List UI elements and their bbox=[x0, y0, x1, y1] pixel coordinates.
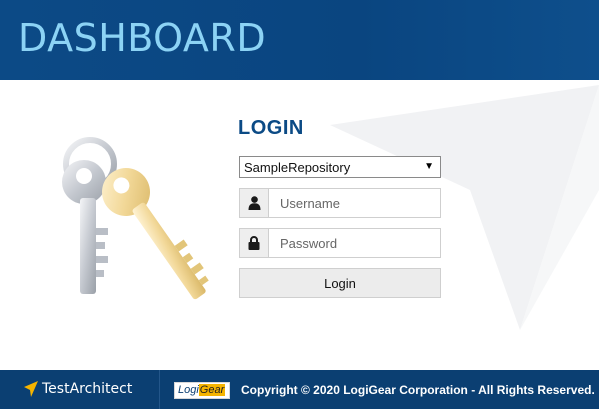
password-input[interactable] bbox=[270, 229, 440, 257]
logigear-logo: LogiGear bbox=[174, 382, 230, 399]
product-name: TestArchitect bbox=[42, 381, 133, 397]
username-input[interactable] bbox=[270, 189, 440, 217]
testarchitect-logo-icon bbox=[24, 381, 38, 397]
username-field bbox=[239, 188, 441, 218]
repository-select[interactable]: SampleRepository ▼ bbox=[239, 156, 441, 178]
dropdown-arrow-icon: ▼ bbox=[424, 161, 434, 172]
footer-divider bbox=[159, 370, 160, 409]
password-field bbox=[239, 228, 441, 258]
login-button[interactable]: Login bbox=[239, 268, 441, 298]
keys-icon bbox=[62, 137, 209, 300]
lock-icon bbox=[240, 229, 269, 257]
header-banner: DASHBOARD bbox=[0, 0, 599, 80]
repository-select-value: SampleRepository bbox=[244, 160, 351, 175]
login-panel: LOGIN SampleRepository ▼ Login bbox=[0, 80, 599, 370]
user-icon bbox=[240, 189, 269, 217]
login-heading: LOGIN bbox=[238, 117, 304, 139]
copyright-text: Copyright © 2020 LogiGear Corporation - … bbox=[241, 383, 595, 397]
footer-bar: TestArchitect LogiGear Copyright © 2020 … bbox=[0, 370, 599, 409]
page-title: DASHBOARD bbox=[18, 16, 267, 60]
